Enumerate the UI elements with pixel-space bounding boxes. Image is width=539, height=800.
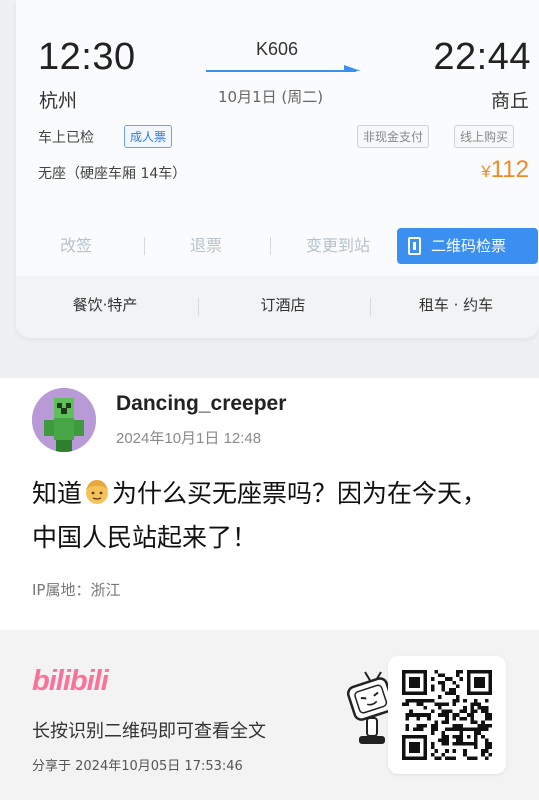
- ticket-card: 12:30 杭州 K606 10月1日 (周二) 22:44 商丘 车上已检 成…: [16, 0, 539, 338]
- creeper-avatar-icon: [32, 388, 96, 452]
- arrival-time: 22:44: [433, 36, 531, 78]
- seat-info: 无座（硬座车厢 14车）: [38, 166, 187, 182]
- train-number: K606: [256, 39, 299, 59]
- qr-check-button[interactable]: 二维码检票: [397, 228, 538, 264]
- scan-prompt: 长按识别二维码即可查看全文: [32, 721, 266, 742]
- food-service-link[interactable]: 餐饮·特产: [50, 294, 160, 315]
- ip-location: IP属地：浙江: [32, 581, 121, 599]
- avatar[interactable]: [32, 388, 96, 452]
- phone-icon: [408, 237, 421, 255]
- qr-check-label: 二维码检票: [431, 237, 507, 255]
- ticket-price: ¥112: [481, 156, 529, 184]
- departure-city: 杭州: [39, 90, 78, 112]
- payment-tag: 非现金支付: [357, 125, 430, 148]
- username[interactable]: Dancing_creeper: [116, 392, 286, 416]
- change-station-button[interactable]: 变更到站: [278, 228, 398, 264]
- man-face-emoji-icon: [86, 480, 109, 504]
- change-ticket-button[interactable]: 改签: [36, 228, 116, 264]
- ticket-screenshot: 12:30 杭州 K606 10月1日 (周二) 22:44 商丘 车上已检 成…: [0, 0, 539, 378]
- divider: [270, 237, 271, 255]
- passenger-type-badge: 成人票: [124, 125, 173, 148]
- price-value: 112: [490, 156, 529, 183]
- train-date: 10月1日 (周二): [218, 88, 324, 106]
- check-status: 车上已检: [38, 130, 94, 146]
- post-timestamp: 2024年10月1日 12:48: [116, 430, 262, 447]
- divider: [370, 298, 371, 316]
- arrival-city: 商丘: [490, 90, 529, 112]
- route-arrow-icon: [206, 65, 361, 72]
- purchase-tag: 线上购买: [454, 125, 515, 148]
- post-text-part1: 知道: [32, 479, 83, 508]
- refund-button[interactable]: 退票: [166, 228, 246, 264]
- bilibili-wordmark: bilibili: [32, 665, 110, 697]
- bilibili-logo-icon: bilibili: [32, 665, 111, 697]
- currency-symbol: ¥: [481, 162, 491, 181]
- qr-code-card[interactable]: [388, 656, 506, 774]
- ticket-actions: 改签 退票 变更到站 二维码检票: [16, 228, 539, 264]
- post-text: 知道 为什么买无座票吗？因为在今天，中国人民站起来了！: [32, 472, 502, 560]
- departure-time: 12:30: [38, 36, 136, 78]
- hotel-service-link[interactable]: 订酒店: [228, 294, 338, 315]
- qr-code-icon: [402, 670, 492, 760]
- divider: [144, 237, 145, 255]
- service-bar: 餐饮·特产 订酒店 租车 · 约车: [16, 276, 539, 338]
- divider: [198, 298, 199, 316]
- share-time: 分享于 2024年10月05日 17:53:46: [32, 759, 243, 774]
- car-service-link[interactable]: 租车 · 约车: [386, 294, 526, 315]
